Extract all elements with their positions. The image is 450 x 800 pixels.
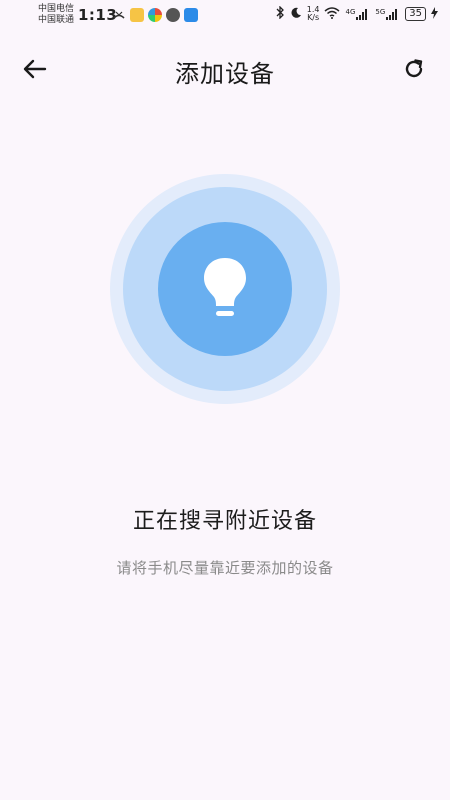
missed-call-icon xyxy=(112,8,126,22)
signal-2: 5G xyxy=(375,8,400,20)
weibo-icon xyxy=(130,8,144,22)
carrier-1: 中国电信 xyxy=(38,4,75,14)
notification-icons xyxy=(112,8,198,22)
signal-1: 4G xyxy=(345,8,370,20)
carrier-2: 中国联通 xyxy=(38,15,75,25)
status-bar: 中国电信 中国联通 1:13 1.4 K/s 4G 5G 35 xyxy=(0,0,450,30)
battery-level: 35 xyxy=(405,7,426,21)
carrier-info: 中国电信 中国联通 xyxy=(38,4,74,26)
signal-bars-icon xyxy=(356,9,368,20)
cloud-app-icon xyxy=(184,8,198,22)
signal-1-label: 4G xyxy=(345,8,356,16)
searching-title: 正在搜寻附近设备 xyxy=(132,509,317,534)
refresh-icon xyxy=(405,59,423,78)
bluetooth-icon xyxy=(276,5,285,22)
searching-hint: 请将手机尽量靠近要添加的设备 xyxy=(116,559,334,577)
refresh-button[interactable] xyxy=(398,54,430,84)
do-not-disturb-icon xyxy=(290,7,302,22)
charging-icon xyxy=(431,6,438,22)
wifi-icon xyxy=(324,6,340,22)
light-bulb-icon xyxy=(204,258,246,316)
page-title: 添加设备 xyxy=(175,60,275,88)
system-status: 1.4 K/s 4G 5G 35 xyxy=(276,5,438,22)
app-colorful-icon xyxy=(148,8,162,22)
signal-bars-icon xyxy=(386,9,398,20)
wechat-icon xyxy=(166,8,180,22)
app-header: 添加设备 xyxy=(0,44,450,94)
network-speed-unit: K/s xyxy=(307,13,320,22)
search-radar xyxy=(110,174,340,404)
signal-2-label: 5G xyxy=(375,8,386,16)
network-speed: 1.4 K/s xyxy=(307,6,320,22)
